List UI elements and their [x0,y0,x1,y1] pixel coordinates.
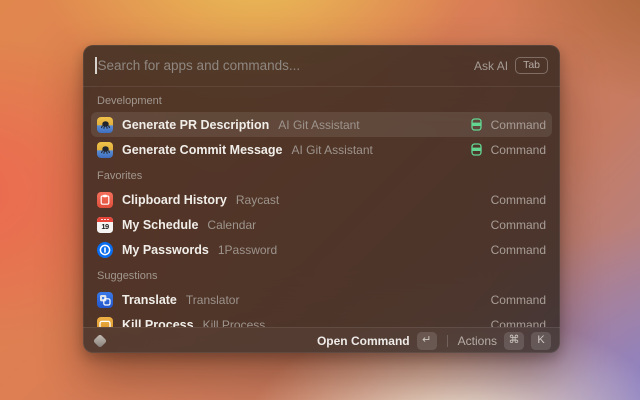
item-type-label: Command [491,118,546,132]
item-title: Generate Commit Message [122,143,282,157]
item-subtitle: Calendar [207,218,256,232]
kill-process-icon [97,317,113,328]
list-item-translate[interactable]: Translate Translator Command [91,287,552,312]
item-title: Translate [122,293,177,307]
section-title-development: Development [91,87,552,112]
item-type-label: Command [491,293,546,307]
open-command-action[interactable]: Open Command ↵ [317,332,437,350]
item-subtitle: Translator [186,293,240,307]
raycast-logo-icon [93,333,107,347]
command-list: Development Generate PR Description AI G… [83,87,560,327]
footer-divider [447,335,448,347]
return-key-icon: ↵ [417,332,437,350]
footer-bar: Open Command ↵ Actions ⌘ K [83,327,560,353]
actions-menu-button[interactable]: Actions ⌘ K [458,332,551,350]
list-item-my-passwords[interactable]: My Passwords 1Password Command [91,237,552,262]
translate-icon [97,292,113,308]
list-item-kill-process[interactable]: Kill Process Kill Process Command [91,312,552,327]
1password-icon [97,242,113,258]
section-title-suggestions: Suggestions [91,262,552,287]
ask-ai-label[interactable]: Ask AI [474,59,508,73]
command-key-icon: ⌘ [504,332,524,350]
item-subtitle: AI Git Assistant [291,143,372,157]
item-title: Clipboard History [122,193,227,207]
item-subtitle: AI Git Assistant [278,118,359,132]
command-type-icon [470,118,483,131]
item-type-label: Command [491,243,546,257]
open-command-label: Open Command [317,334,410,348]
ai-git-assistant-icon [97,142,113,158]
item-type-label: Command [491,143,546,157]
k-key-icon: K [531,332,551,350]
command-type-icon [470,143,483,156]
item-title: Generate PR Description [122,118,269,132]
clipboard-icon [97,192,113,208]
section-title-favorites: Favorites [91,162,552,187]
list-item-my-schedule[interactable]: 19 My Schedule Calendar Command [91,212,552,237]
list-item-generate-commit-message[interactable]: Generate Commit Message AI Git Assistant… [91,137,552,162]
item-subtitle: Kill Process [203,318,266,328]
item-title: My Schedule [122,218,198,232]
actions-label: Actions [458,334,497,348]
item-subtitle: 1Password [218,243,277,257]
list-item-generate-pr-description[interactable]: Generate PR Description AI Git Assistant… [91,112,552,137]
ai-git-assistant-icon [97,117,113,133]
item-title: My Passwords [122,243,209,257]
search-input[interactable] [98,58,475,73]
item-title: Kill Process [122,318,194,328]
calendar-icon: 19 [97,217,113,233]
item-type-label: Command [491,318,546,328]
tab-key-badge[interactable]: Tab [515,57,548,74]
item-subtitle: Raycast [236,193,279,207]
item-type-label: Command [491,193,546,207]
item-type-label: Command [491,218,546,232]
search-bar: Ask AI Tab [83,45,560,87]
list-item-clipboard-history[interactable]: Clipboard History Raycast Command [91,187,552,212]
text-caret [95,57,97,74]
raycast-launcher-window: Ask AI Tab Development Generate PR Descr… [83,45,560,353]
